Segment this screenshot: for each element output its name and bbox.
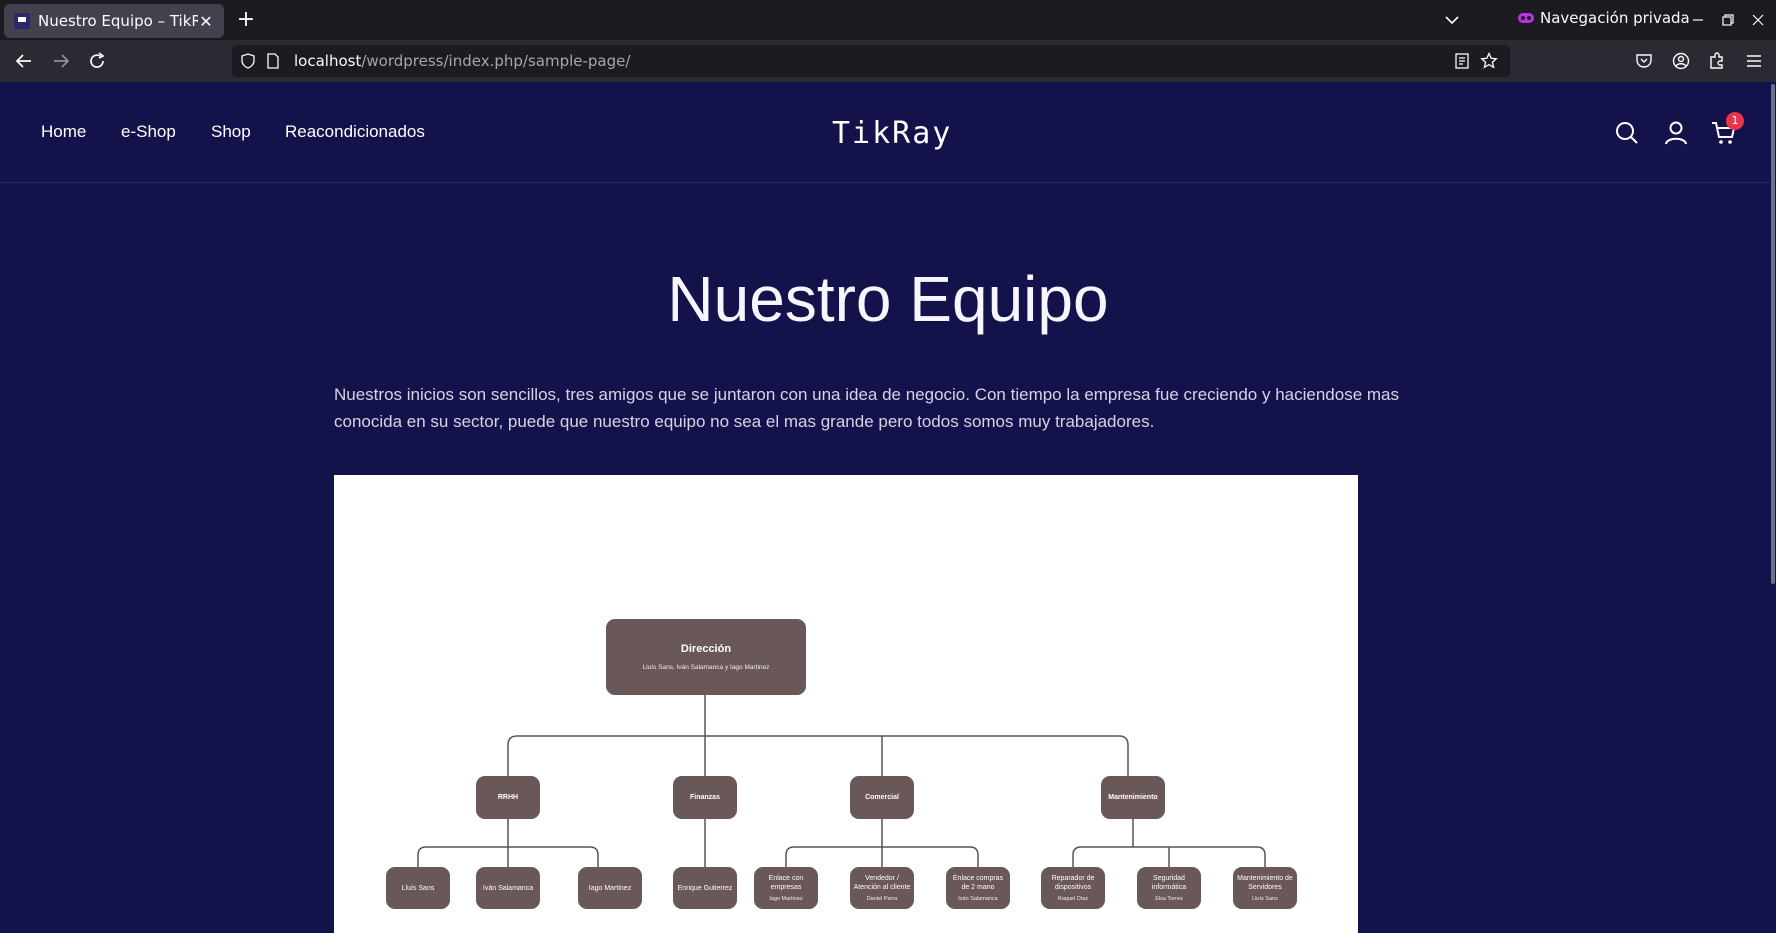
new-tab-button[interactable]: +	[234, 8, 258, 32]
org-node-dept-1: Finanzas	[673, 776, 737, 819]
org-node-member-2-2-subtitle: Iván Salamanca	[958, 896, 998, 902]
minimize-icon[interactable]	[1688, 10, 1708, 30]
org-node-member-2-1-title: Vendedor / Atención al cliente	[853, 875, 911, 891]
org-node-member-0-2: Iago Martinez	[578, 867, 642, 909]
page-info-icon[interactable]	[266, 53, 280, 69]
org-node-member-0-2-title: Iago Martinez	[588, 884, 632, 892]
bookmark-star-icon[interactable]	[1480, 52, 1498, 70]
org-node-dept-3: Mantenimiento	[1101, 776, 1165, 819]
intro-paragraph: Nuestros inicios son sencillos, tres ami…	[334, 385, 1399, 431]
org-node-member-2-2: Enlace compras de 2 mano Iván Salamanca	[946, 867, 1010, 909]
cart-count-badge: 1	[1726, 112, 1744, 130]
org-node-member-2-1: Vendedor / Atención al cliente Daniel Par…	[850, 867, 914, 909]
org-node-dept-2-title: Comercial	[865, 794, 899, 801]
site-header: Home e-Shop Shop Reacondicionados TikRay	[0, 82, 1770, 183]
browser-tab-bar: Nuestro Equipo – TikRay ✕ + Navegación p…	[0, 0, 1776, 40]
org-node-member-2-0-title: Enlace con empresas	[768, 875, 804, 891]
org-node-member-0-0-title: Lluís Sans	[401, 884, 435, 892]
nav-link-e-shop[interactable]: e-Shop	[121, 122, 176, 142]
url-text[interactable]: localhost/wordpress/index.php/sample-pag…	[294, 52, 630, 70]
shield-icon[interactable]	[240, 53, 256, 69]
org-node-member-3-2-subtitle: Lluís Sans	[1252, 896, 1278, 902]
account-icon[interactable]	[1671, 51, 1691, 71]
nav-link-home[interactable]: Home	[41, 122, 86, 142]
org-chart-image: Dirección Lluís Sans, Iván Salamanca y Ia…	[334, 475, 1358, 933]
nav-link-reacondicionados[interactable]: Reacondicionados	[285, 122, 425, 142]
forward-arrow-icon[interactable]	[49, 49, 73, 73]
search-icon[interactable]	[1614, 120, 1640, 146]
org-node-member-3-2: Mantenimiento de Servidores Lluís Sans	[1233, 867, 1297, 909]
org-node-member-3-1-title: Seguridad informática	[1151, 875, 1187, 891]
org-node-dept-2: Comercial	[850, 776, 914, 819]
org-node-direccion-title: Dirección	[680, 643, 732, 655]
org-node-direccion: Dirección Lluís Sans, Iván Salamanca y Ia…	[606, 619, 806, 695]
org-node-member-2-0: Enlace con empresas Iago Martinez	[754, 867, 818, 909]
org-node-member-0-0: Lluís Sans	[386, 867, 450, 909]
org-node-member-3-2-title: Mantenimiento de Servidores	[1237, 875, 1293, 891]
browser-tab-active[interactable]: Nuestro Equipo – TikRay ✕	[4, 4, 224, 38]
org-node-dept-0: RRHH	[476, 776, 540, 819]
org-node-member-3-0: Reparador de dispositivos Raquel Díaz	[1041, 867, 1105, 909]
org-node-member-2-1-subtitle: Daniel Parra	[866, 896, 898, 902]
org-node-dept-0-title: RRHH	[497, 794, 519, 801]
address-bar[interactable]: localhost/wordpress/index.php/sample-pag…	[232, 45, 1510, 77]
tab-list-chevron-down-icon[interactable]	[1442, 10, 1462, 30]
private-browsing-indicator: Navegación privada	[1518, 9, 1690, 27]
org-node-member-0-1-title: Iván Salamanca	[482, 884, 534, 892]
back-arrow-icon[interactable]	[12, 49, 36, 73]
reader-view-icon[interactable]	[1454, 53, 1470, 69]
tab-close-icon[interactable]: ✕	[198, 12, 214, 31]
private-browsing-label: Navegación privada	[1540, 9, 1690, 27]
org-node-member-3-1: Seguridad informática Elsa Torres	[1137, 867, 1201, 909]
org-node-member-3-0-title: Reparador de dispositivos	[1051, 875, 1095, 891]
org-node-member-1-0-title: Enrique Gutierrez	[677, 884, 733, 892]
private-mask-icon	[1518, 13, 1534, 23]
browser-navigation-bar: localhost/wordpress/index.php/sample-pag…	[0, 40, 1776, 82]
org-node-dept-3-title: Mantenimiento	[1108, 794, 1158, 801]
pocket-icon[interactable]	[1634, 51, 1654, 71]
org-node-member-2-2-title: Enlace compras de 2 mano	[952, 875, 1004, 891]
url-path: /wordpress/index.php/sample-page/	[361, 52, 631, 70]
org-node-member-2-0-subtitle: Iago Martinez	[769, 896, 803, 902]
tab-title: Nuestro Equipo – TikRay	[38, 12, 198, 30]
org-chart-connectors	[417, 695, 1266, 867]
window-close-icon[interactable]	[1748, 10, 1768, 30]
org-node-direccion-subtitle: Lluís Sans, Iván Salamanca y Iago Martin…	[642, 664, 770, 671]
org-node-member-1-0: Enrique Gutierrez	[673, 867, 737, 909]
url-host: localhost	[294, 52, 362, 70]
reload-icon[interactable]	[85, 49, 109, 73]
hamburger-menu-icon[interactable]	[1744, 51, 1764, 71]
org-node-member-3-1-subtitle: Elsa Torres	[1155, 896, 1183, 902]
page-title: Nuestro Equipo	[667, 263, 1109, 335]
org-node-member-3-0-subtitle: Raquel Díaz	[1057, 896, 1089, 902]
site-favicon-icon	[14, 13, 30, 29]
restore-icon[interactable]	[1718, 10, 1738, 30]
nav-link-shop[interactable]: Shop	[211, 122, 251, 142]
org-node-member-0-1: Iván Salamanca	[476, 867, 540, 909]
site-logo[interactable]: TikRay	[832, 116, 952, 151]
org-node-dept-1-title: Finanzas	[690, 794, 720, 801]
user-account-icon[interactable]	[1663, 120, 1689, 146]
extensions-puzzle-icon[interactable]	[1707, 51, 1727, 71]
